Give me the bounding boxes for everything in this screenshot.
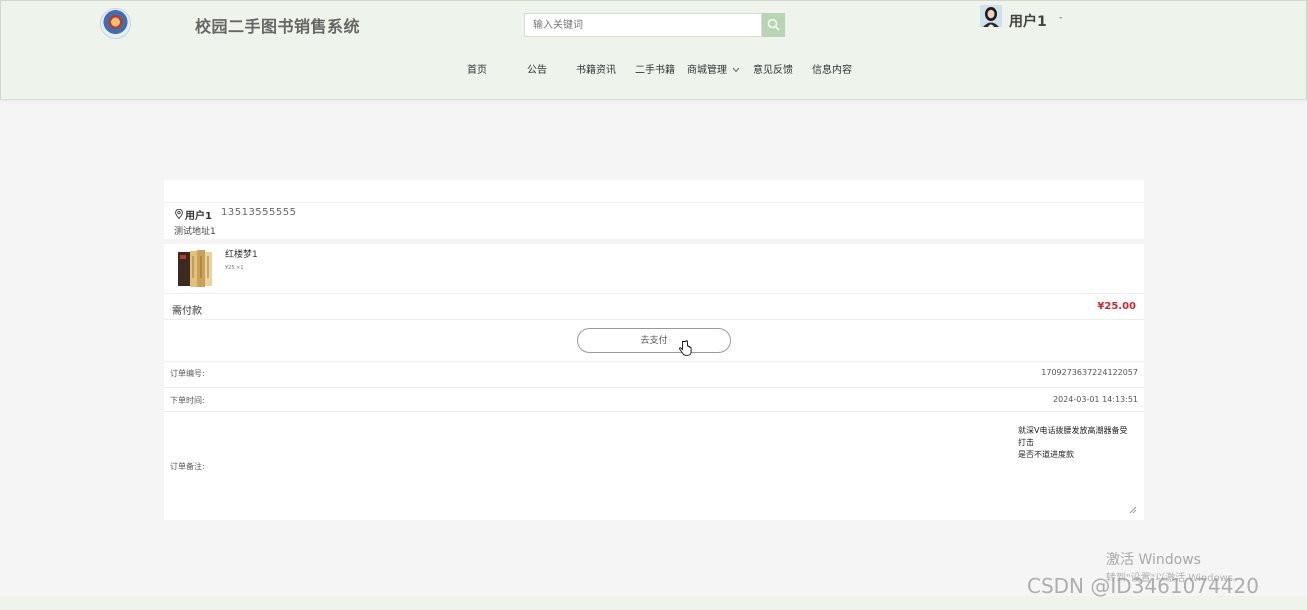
order-number-value: 1709273637224122057 xyxy=(1041,368,1138,377)
chevron-down-icon xyxy=(732,67,740,73)
book-price-quantity: ¥25 ×1 xyxy=(225,265,244,271)
site-logo[interactable] xyxy=(100,8,131,39)
top-header: 校园二手图书销售系统 用户1 - 首页 公告 书籍资讯 二手书籍 商城管理 意见… xyxy=(0,0,1307,100)
section-separator xyxy=(164,239,1144,244)
divider xyxy=(164,293,1144,294)
nav-used-books[interactable]: 二手书籍 xyxy=(635,61,675,76)
book-cover-icon xyxy=(174,248,216,290)
nav-mall-management[interactable]: 商城管理 xyxy=(687,61,740,76)
pay-button[interactable]: 去支付 xyxy=(577,328,731,353)
divider xyxy=(164,411,1144,412)
search-icon xyxy=(767,18,780,31)
order-remark-textarea[interactable]: 就深V电话拨腰发放高潮器备受 打击 是否不道进度款 xyxy=(1014,423,1138,515)
payable-label: 需付款 xyxy=(172,306,202,317)
search-input[interactable] xyxy=(524,13,762,37)
order-number-label: 订单编号: xyxy=(170,369,205,378)
address-name-text: 用户1 xyxy=(185,211,212,222)
nav-mall-management-label: 商城管理 xyxy=(687,65,727,76)
windows-activation-title: 激活 Windows xyxy=(1106,552,1201,568)
nav-notice[interactable]: 公告 xyxy=(527,61,547,76)
nav-home[interactable]: 首页 xyxy=(467,61,487,76)
order-time-value: 2024-03-01 14:13:51 xyxy=(1053,395,1138,404)
nav-info-content[interactable]: 信息内容 xyxy=(812,61,852,76)
payable-amount: ¥25.00 xyxy=(1097,301,1136,312)
nav-feedback[interactable]: 意见反馈 xyxy=(753,61,793,76)
search-button[interactable] xyxy=(762,13,785,37)
user-avatar[interactable] xyxy=(980,5,1002,27)
user-name[interactable]: 用户1 xyxy=(1009,11,1047,31)
nav-book-news[interactable]: 书籍资讯 xyxy=(576,61,616,76)
footer-band xyxy=(0,596,1307,610)
csdn-watermark: CSDN @ID3461074420 xyxy=(1027,574,1259,598)
order-time-label: 下单时间: xyxy=(170,396,205,405)
order-remark-label: 订单备注: xyxy=(170,462,205,471)
divider xyxy=(164,319,1144,320)
user-menu-caret[interactable]: - xyxy=(1059,13,1062,23)
book-cover-image[interactable] xyxy=(174,248,216,290)
resize-handle-icon[interactable] xyxy=(1129,506,1137,514)
divider xyxy=(164,361,1144,362)
site-title[interactable]: 校园二手图书销售系统 xyxy=(195,13,360,37)
book-title[interactable]: 红楼梦1 xyxy=(225,247,258,260)
address-detail: 测试地址1 xyxy=(174,227,216,237)
divider xyxy=(164,387,1144,388)
location-pin-icon xyxy=(175,209,183,219)
avatar-image xyxy=(980,5,1002,27)
hand-cursor-icon xyxy=(679,340,692,356)
divider xyxy=(164,202,1144,203)
address-phone: 13513555555 xyxy=(221,207,297,218)
address-name[interactable]: 用户1 xyxy=(175,207,212,222)
